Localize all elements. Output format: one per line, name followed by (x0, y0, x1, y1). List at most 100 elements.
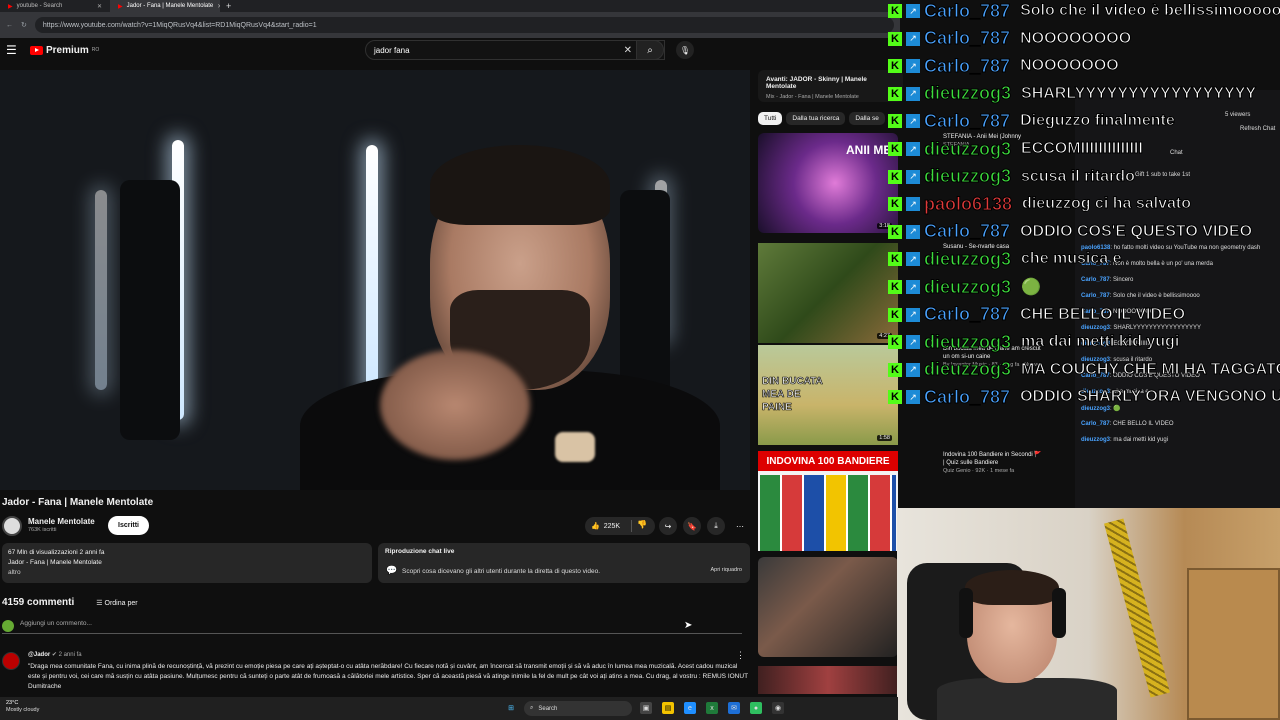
commenter-avatar[interactable] (2, 652, 20, 670)
url-field[interactable]: https://www.youtube.com/watch?v=1MiqQRus… (34, 17, 894, 33)
subscribed-button[interactable]: Iscritti (108, 516, 150, 535)
chat-username[interactable]: Carlo_787 (923, 110, 1010, 132)
app-icon[interactable]: ● (750, 702, 762, 714)
excel-icon[interactable]: x (706, 702, 718, 714)
search-button[interactable]: ⌕ (636, 40, 664, 60)
like-button[interactable]: 👍 225K 👎 (585, 517, 655, 535)
chip-from-search[interactable]: Dalla tua ricerca (786, 112, 846, 125)
youtube-logo[interactable]: Premium RO (30, 45, 99, 56)
close-tab-icon[interactable]: ✕ (217, 3, 220, 10)
youtube-header: ☰ Premium RO jador fana ✕ ⌕ 🎙 (0, 38, 760, 62)
dislike-icon[interactable]: 👎 (637, 520, 647, 529)
save-button[interactable]: 🔖 (683, 517, 701, 535)
close-tab-icon[interactable]: ✕ (97, 3, 102, 10)
chat-username[interactable]: dieuzzog3 (923, 359, 1011, 380)
back-icon[interactable]: ← (6, 22, 13, 29)
chat-username[interactable]: Carlo_787 (923, 221, 1010, 242)
reload-icon[interactable]: ↻ (21, 21, 27, 29)
chat-username[interactable]: Carlo_787 (923, 386, 1010, 408)
kick-icon: K (888, 197, 902, 212)
recommended-thumbnail-partial[interactable] (758, 666, 898, 694)
search-box[interactable]: jador fana ✕ ⌕ (365, 40, 665, 60)
add-comment-field[interactable]: Aggiungi un commento... (2, 620, 742, 634)
badge-icon: ↗ (906, 280, 920, 294)
webcam-person-shirt (937, 678, 1117, 720)
weather-widget[interactable]: 23°C Mostly cloudy (6, 700, 39, 714)
open-panel-button[interactable]: Apri riquadro (711, 567, 743, 573)
sort-label: Ordina per (104, 599, 138, 607)
comment-author[interactable]: @Jador (28, 652, 50, 658)
playlist-up-next[interactable]: Avanti: JADOR - Skinny | Manele Mentolat… (758, 70, 903, 102)
chat-username[interactable]: dieuzzog3 (923, 276, 1011, 298)
browser-tab-search[interactable]: ▶ youtube - Search ✕ (0, 0, 110, 12)
badge-icon: ↗ (906, 252, 920, 267)
video-thumbnail[interactable]: ANII MEI 3:18 (758, 133, 898, 233)
comment-menu-icon[interactable]: ⋮ (736, 650, 745, 660)
description-text: Jador - Fana | Manele Mentolate (8, 559, 102, 566)
browser-tab-video[interactable]: ▶ Jador - Fana | Manele Mentolate ✕ (110, 0, 220, 12)
video-player[interactable] (0, 70, 750, 490)
clear-search-icon[interactable]: ✕ (624, 45, 632, 56)
taskbar-search[interactable]: ⌕ Search (524, 701, 632, 716)
comments-header: 4159 commenti ☰ Ordina per (2, 597, 138, 608)
share-button[interactable]: ↪ (659, 517, 677, 535)
weather-temp: 23°C (6, 700, 19, 706)
search-icon: ⌕ (530, 705, 534, 711)
chat-username[interactable]: dieuzzog3 (923, 331, 1011, 353)
video-thumbnail[interactable]: INDOVINA 100 BANDIERE (758, 451, 898, 551)
comments-count: 4159 commenti (2, 597, 75, 608)
chat-message: K ↗ dieuzzog3 🟢 (888, 274, 1041, 300)
video-thumbnail[interactable] (758, 557, 898, 657)
more-actions-button[interactable]: ⋯ (731, 517, 749, 535)
chat-username[interactable]: Carlo_787 (923, 304, 1010, 325)
description-box[interactable]: 67 Mln di visualizzazioni 2 anni fa Jado… (2, 543, 372, 583)
voice-search-button[interactable]: 🎙 (676, 41, 694, 59)
menu-icon[interactable]: ☰ (6, 43, 20, 57)
mail-icon[interactable]: ✉ (728, 702, 740, 714)
badge-icon: ↗ (906, 59, 920, 74)
microphone-icon: 🎙 (679, 45, 691, 55)
badge-icon: ↗ (906, 224, 920, 239)
chat-username[interactable]: dieuzzog3 (923, 138, 1011, 160)
chip-from-channel[interactable]: Dalla se (849, 112, 885, 125)
show-more-link[interactable]: altro (8, 568, 366, 578)
kick-icon: K (888, 169, 902, 184)
new-tab-icon[interactable]: + (226, 1, 231, 11)
chat-username[interactable]: paolo6138 (923, 193, 1012, 215)
edge-icon[interactable]: e (684, 702, 696, 714)
chat-username[interactable]: Carlo_787 (923, 0, 1010, 22)
chat-message: K ↗ dieuzzog3 ECCOMIIIIIIIIIIIIII (888, 136, 1143, 162)
video-thumbnail[interactable]: DIN BUCATA MEA DE PAINE 1:58 (758, 345, 898, 445)
tab-label: youtube - Search (16, 3, 63, 9)
chip-all[interactable]: Tutti (758, 112, 783, 125)
channel-name[interactable]: Manele Mentolate (28, 517, 95, 526)
chat-text: NOOOOOOO (1020, 57, 1120, 75)
logo-text: Premium (46, 44, 89, 56)
chat-username[interactable]: Carlo_787 (923, 28, 1010, 49)
chat-username[interactable]: dieuzzog3 (923, 166, 1011, 187)
chat-message: K ↗ dieuzzog3 che musica e (888, 246, 1122, 272)
comment-meta: @Jador ✔ 2 anni fa (28, 650, 82, 660)
video-person-hand (380, 350, 530, 460)
channel-avatar[interactable] (2, 516, 22, 536)
chat-username[interactable]: dieuzzog3 (923, 83, 1011, 104)
obs-icon[interactable]: ◉ (772, 702, 784, 714)
badge-icon: ↗ (906, 4, 920, 18)
chat-text: scusa il ritardo (1021, 167, 1136, 185)
download-button[interactable]: ⤓ (707, 517, 725, 535)
like-icon: 👍 (591, 523, 600, 530)
up-next-sub: Mix - Jador - Fana | Manele Mentolate (766, 94, 859, 100)
video-thumbnail[interactable]: 4:27 (758, 243, 898, 343)
kick-icon: K (888, 142, 902, 156)
search-input[interactable]: jador fana (374, 46, 410, 55)
kick-icon: K (888, 31, 902, 46)
chat-text: ODDIO SHARLY ORA VENGONO UN SACCO DI SPE… (1020, 388, 1280, 406)
chat-overlay: K ↗ Carlo_787 Solo che il video è bellissim… (888, 0, 1280, 470)
start-icon[interactable]: ⊞ (505, 702, 517, 714)
sort-button[interactable]: ☰ Ordina per (96, 599, 137, 607)
task-view-icon[interactable]: ▣ (640, 702, 652, 714)
chat-username[interactable]: dieuzzog3 (923, 248, 1011, 270)
chat-username[interactable]: Carlo_787 (923, 55, 1010, 77)
address-bar: ← ↻ https://www.youtube.com/watch?v=1Miq… (0, 12, 900, 38)
file-explorer-icon[interactable]: ▤ (662, 702, 674, 714)
